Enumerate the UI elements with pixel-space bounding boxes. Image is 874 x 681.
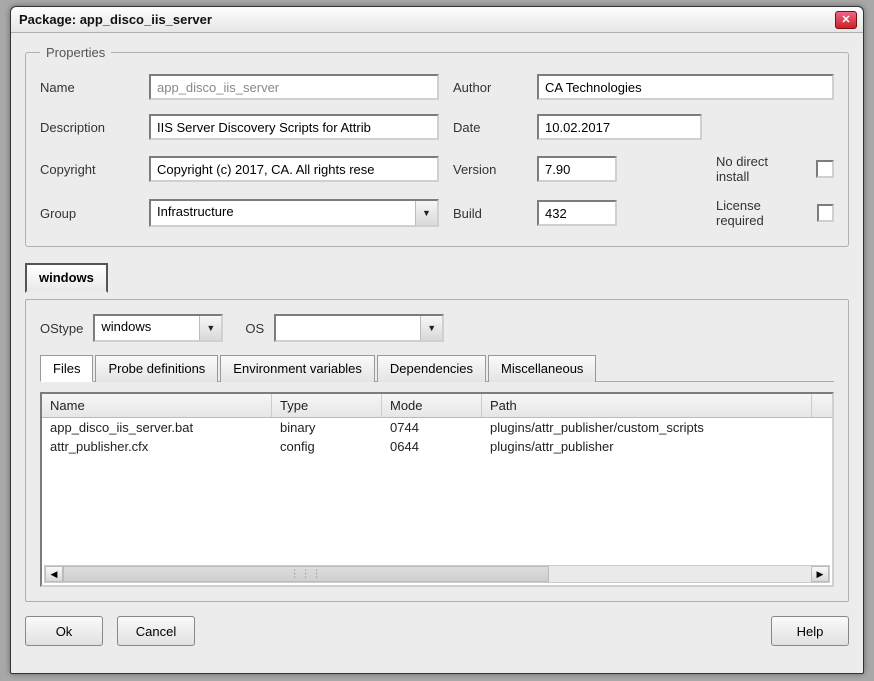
tab-panel: OStype windows ▼ OS ▼ Files Probe defini… <box>25 299 849 602</box>
version-label: Version <box>453 162 523 177</box>
col-mode[interactable]: Mode <box>382 394 482 417</box>
files-listbox[interactable]: Name Type Mode Path app_disco_iis_server… <box>40 392 834 587</box>
col-type[interactable]: Type <box>272 394 382 417</box>
cell-type: config <box>272 437 382 456</box>
os-dropdown-button[interactable]: ▼ <box>420 316 442 340</box>
name-label: Name <box>40 80 135 95</box>
subtab-miscellaneous[interactable]: Miscellaneous <box>488 355 596 382</box>
dialog-body: Properties Name Author Description Date … <box>11 33 863 656</box>
scroll-track[interactable]: ⋮⋮⋮ <box>63 566 811 582</box>
col-path[interactable]: Path <box>482 394 812 417</box>
cell-name: attr_publisher.cfx <box>42 437 272 456</box>
cell-mode: 0744 <box>382 418 482 437</box>
cell-path: plugins/attr_publisher <box>482 437 812 456</box>
chevron-left-icon: ◀ <box>51 569 58 580</box>
properties-grid: Name Author Description Date Copyright V… <box>40 74 834 228</box>
cell-mode: 0644 <box>382 437 482 456</box>
grip-icon: ⋮⋮⋮ <box>290 569 323 580</box>
scroll-right-button[interactable]: ▶ <box>811 566 829 582</box>
date-label: Date <box>453 120 523 135</box>
col-name[interactable]: Name <box>42 394 272 417</box>
version-input[interactable] <box>537 156 617 182</box>
button-row: Ok Cancel Help <box>25 616 849 646</box>
no-direct-install-checkbox[interactable] <box>816 160 834 178</box>
license-required-row: License required <box>716 198 834 228</box>
build-input[interactable] <box>537 200 617 226</box>
properties-group: Properties Name Author Description Date … <box>25 45 849 247</box>
ostype-combobox[interactable]: windows ▼ <box>93 314 223 342</box>
copyright-label: Copyright <box>40 162 135 177</box>
table-row[interactable]: attr_publisher.cfx config 0644 plugins/a… <box>42 437 832 456</box>
group-dropdown-button[interactable]: ▼ <box>415 201 437 225</box>
chevron-down-icon: ▼ <box>422 209 431 218</box>
group-label: Group <box>40 206 135 221</box>
subtab-environment-variables[interactable]: Environment variables <box>220 355 375 382</box>
close-icon: ✕ <box>841 13 850 26</box>
os-label: OS <box>245 321 264 336</box>
name-input[interactable] <box>149 74 439 100</box>
no-direct-install-row: No direct install <box>716 154 834 184</box>
cell-name: app_disco_iis_server.bat <box>42 418 272 437</box>
table-row[interactable]: app_disco_iis_server.bat binary 0744 plu… <box>42 418 832 437</box>
chevron-down-icon: ▼ <box>427 324 436 333</box>
scroll-left-button[interactable]: ◀ <box>45 566 63 582</box>
cell-type: binary <box>272 418 382 437</box>
properties-legend: Properties <box>40 45 111 60</box>
ok-button[interactable]: Ok <box>25 616 103 646</box>
description-input[interactable] <box>149 114 439 140</box>
chevron-right-icon: ▶ <box>817 569 824 580</box>
close-button[interactable]: ✕ <box>835 11 857 29</box>
ostype-value: windows <box>95 316 199 340</box>
date-input[interactable] <box>537 114 702 140</box>
license-required-label: License required <box>716 198 803 228</box>
help-button[interactable]: Help <box>771 616 849 646</box>
group-combobox[interactable]: Infrastructure ▼ <box>149 199 439 227</box>
build-label: Build <box>453 206 523 221</box>
description-label: Description <box>40 120 135 135</box>
copyright-input[interactable] <box>149 156 439 182</box>
subtab-probe-definitions[interactable]: Probe definitions <box>95 355 218 382</box>
cell-path: plugins/attr_publisher/custom_scripts <box>482 418 812 437</box>
horizontal-scrollbar[interactable]: ◀ ⋮⋮⋮ ▶ <box>44 565 830 583</box>
ostype-dropdown-button[interactable]: ▼ <box>199 316 221 340</box>
author-label: Author <box>453 80 523 95</box>
subtab-dependencies[interactable]: Dependencies <box>377 355 486 382</box>
os-combobox[interactable]: ▼ <box>274 314 444 342</box>
group-value: Infrastructure <box>151 201 415 225</box>
sub-tab-row: Files Probe definitions Environment vari… <box>40 354 834 382</box>
no-direct-install-label: No direct install <box>716 154 802 184</box>
license-required-checkbox[interactable] <box>817 204 834 222</box>
os-value <box>276 316 420 340</box>
subtab-files[interactable]: Files <box>40 355 93 382</box>
package-dialog: Package: app_disco_iis_server ✕ Properti… <box>10 6 864 674</box>
titlebar[interactable]: Package: app_disco_iis_server ✕ <box>11 7 863 33</box>
cancel-button[interactable]: Cancel <box>117 616 195 646</box>
os-row: OStype windows ▼ OS ▼ <box>40 314 834 342</box>
ostype-label: OStype <box>40 321 83 336</box>
tab-windows[interactable]: windows <box>25 263 108 293</box>
table-header: Name Type Mode Path <box>42 394 832 418</box>
author-input[interactable] <box>537 74 834 100</box>
main-tab-row: windows <box>25 263 849 293</box>
chevron-down-icon: ▼ <box>206 324 215 333</box>
window-title: Package: app_disco_iis_server <box>19 12 835 27</box>
scroll-thumb[interactable]: ⋮⋮⋮ <box>63 566 549 582</box>
